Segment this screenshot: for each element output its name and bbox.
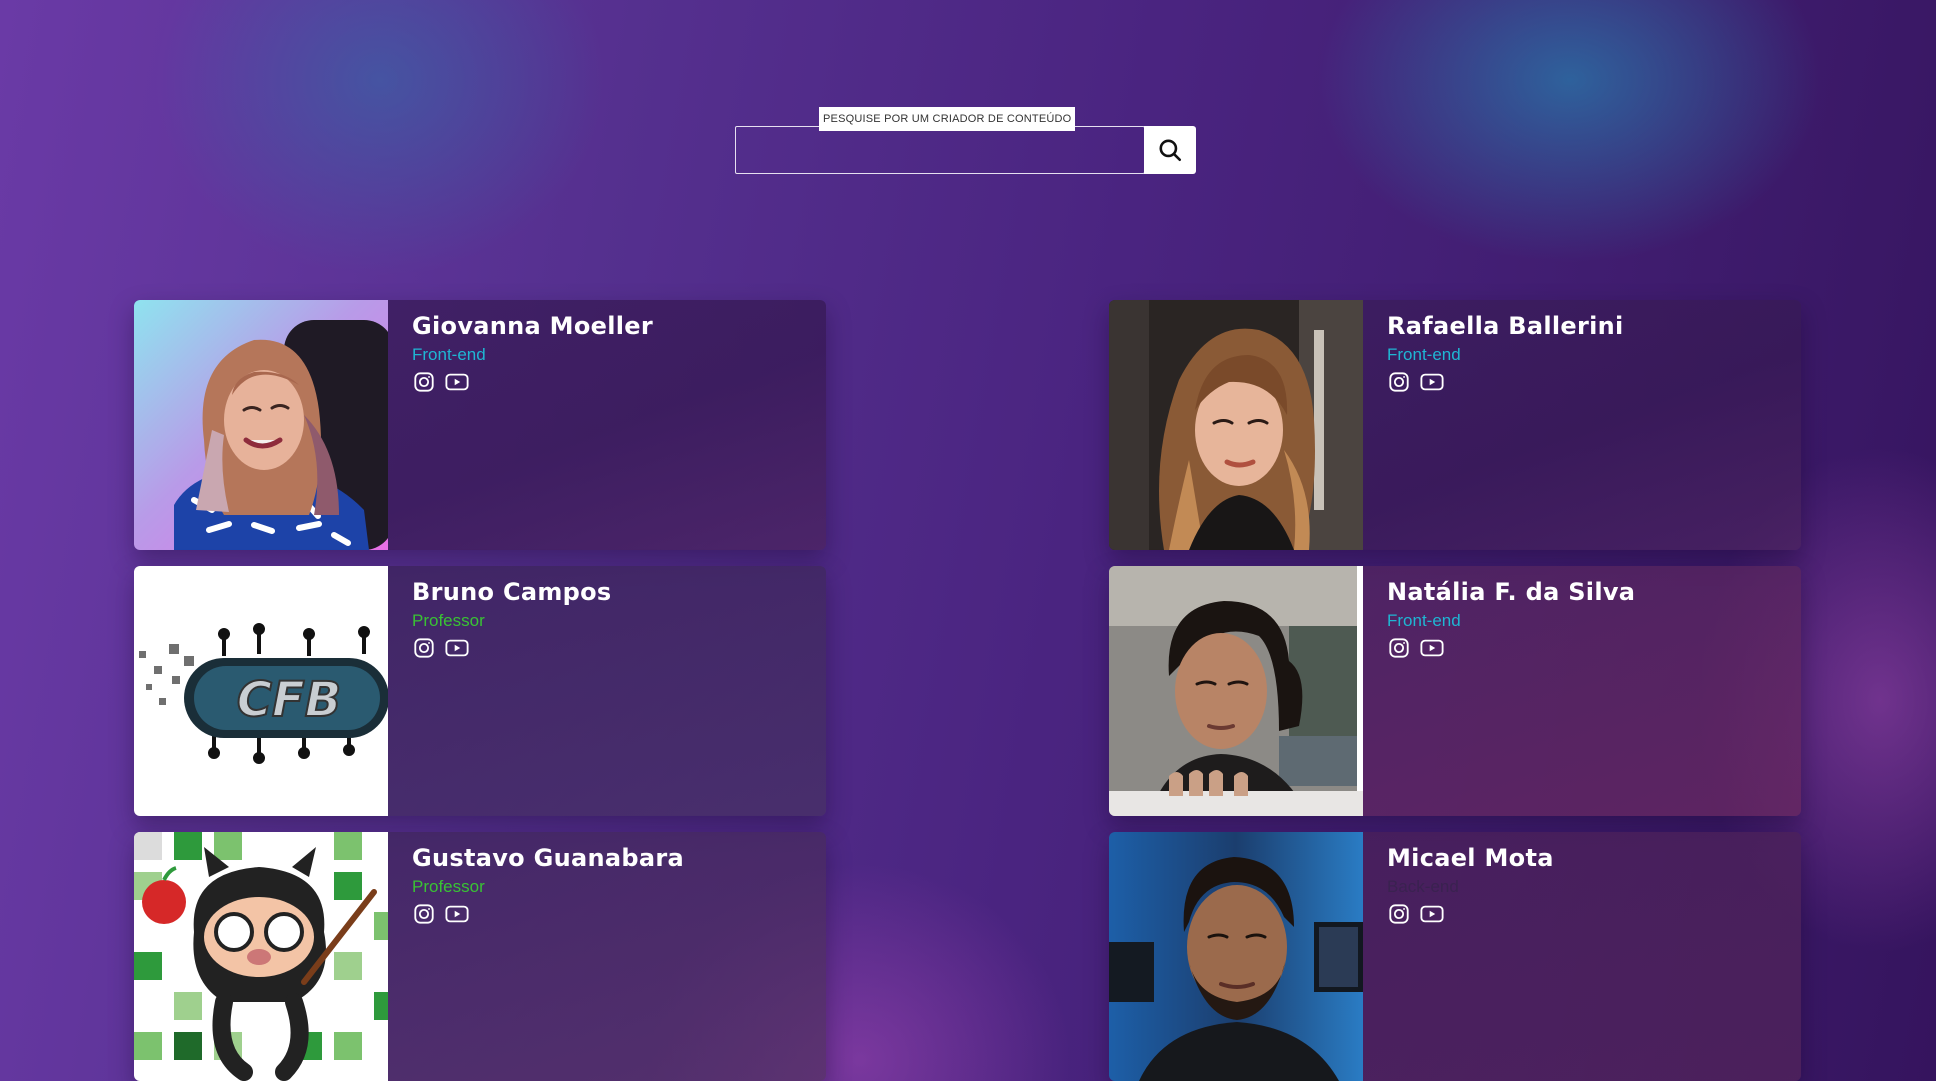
instagram-icon[interactable] — [1387, 902, 1411, 926]
search-input[interactable] — [735, 126, 1145, 174]
cfb-logo-text: CFB — [237, 672, 342, 728]
social-links — [412, 370, 653, 394]
youtube-icon[interactable] — [445, 636, 469, 660]
social-links — [1387, 902, 1554, 926]
creator-role: Professor — [412, 877, 485, 896]
creator-name: Giovanna Moeller — [412, 312, 653, 340]
creator-name: Natália F. da Silva — [1387, 578, 1636, 606]
search-icon — [1159, 139, 1182, 162]
creator-photo — [134, 300, 388, 550]
creator-card: Rafaella Ballerini Front-end — [1109, 300, 1801, 550]
creator-photo: CFB — [134, 566, 388, 816]
creator-card: Micael Mota Back-end — [1109, 832, 1801, 1081]
social-links — [1387, 370, 1624, 394]
creator-photo — [1109, 566, 1363, 816]
instagram-icon[interactable] — [412, 902, 436, 926]
creator-card: Natália F. da Silva Front-end — [1109, 566, 1801, 816]
youtube-icon[interactable] — [1420, 902, 1444, 926]
creator-name: Micael Mota — [1387, 844, 1554, 872]
creator-card: CFB Bruno Campos Professor — [134, 566, 826, 816]
instagram-icon[interactable] — [412, 636, 436, 660]
youtube-icon[interactable] — [445, 902, 469, 926]
search-label: PESQUISE POR UM CRIADOR DE CONTEÚDO — [819, 107, 1076, 131]
youtube-icon[interactable] — [1420, 636, 1444, 660]
instagram-icon[interactable] — [1387, 370, 1411, 394]
youtube-icon[interactable] — [1420, 370, 1444, 394]
creator-role: Front-end — [1387, 611, 1461, 630]
youtube-icon[interactable] — [445, 370, 469, 394]
instagram-icon[interactable] — [412, 370, 436, 394]
creator-card: Giovanna Moeller Front-end — [134, 300, 826, 550]
creator-role: Front-end — [1387, 345, 1461, 364]
creator-photo — [1109, 300, 1363, 550]
creator-photo — [134, 832, 388, 1081]
creator-photo — [1109, 832, 1363, 1081]
search-button[interactable] — [1144, 126, 1196, 174]
creator-role: Back-end — [1387, 877, 1459, 896]
instagram-icon[interactable] — [1387, 636, 1411, 660]
creator-name: Bruno Campos — [412, 578, 612, 606]
creator-name: Rafaella Ballerini — [1387, 312, 1624, 340]
social-links — [412, 902, 684, 926]
social-links — [412, 636, 612, 660]
creator-name: Gustavo Guanabara — [412, 844, 684, 872]
creator-role: Professor — [412, 611, 485, 630]
social-links — [1387, 636, 1635, 660]
creator-card: Gustavo Guanabara Professor — [134, 832, 826, 1081]
search-bar: PESQUISE POR UM CRIADOR DE CONTEÚDO — [735, 107, 1196, 174]
creator-role: Front-end — [412, 345, 486, 364]
